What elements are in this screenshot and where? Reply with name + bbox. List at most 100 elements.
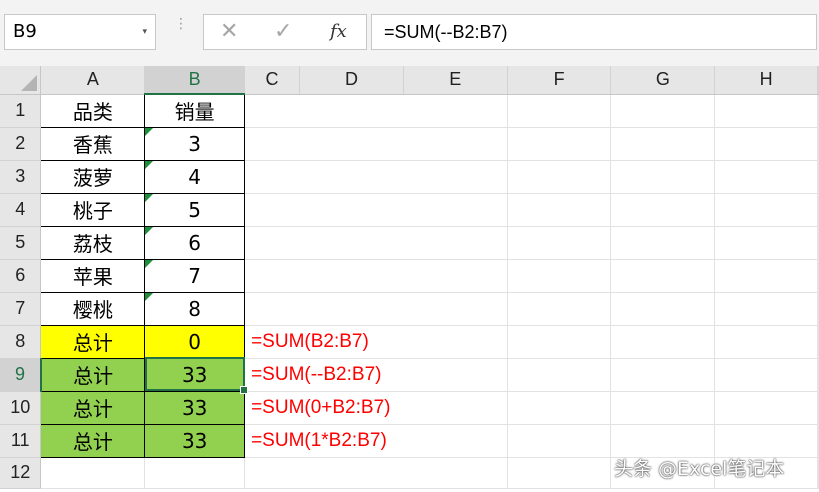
- row-header[interactable]: 9: [0, 358, 42, 392]
- cell-g[interactable]: [610, 292, 716, 326]
- cell-h[interactable]: [714, 325, 818, 359]
- column-header-g[interactable]: G: [610, 66, 716, 95]
- cell-h[interactable]: [714, 424, 818, 458]
- cell-g[interactable]: [610, 424, 716, 458]
- cell-extra[interactable]: [817, 457, 819, 489]
- row-header[interactable]: 3: [0, 160, 42, 194]
- column-header-a[interactable]: A: [40, 66, 146, 95]
- cell-c-formula-note[interactable]: [244, 292, 508, 326]
- cell-c-formula-note[interactable]: [244, 94, 508, 128]
- cell-b[interactable]: 0: [144, 324, 246, 359]
- cell-f[interactable]: [507, 292, 612, 326]
- cell-extra[interactable]: [817, 127, 819, 161]
- cell-a[interactable]: 桃子: [40, 192, 146, 227]
- cell-h[interactable]: [714, 358, 818, 392]
- cell-c-formula-note[interactable]: =SUM(B2:B7): [244, 325, 508, 359]
- cell-extra[interactable]: [817, 160, 819, 194]
- cell-a[interactable]: [40, 457, 146, 489]
- cancel-icon[interactable]: ✕: [220, 15, 238, 49]
- cell-f[interactable]: [507, 325, 612, 359]
- cell-extra[interactable]: [817, 325, 819, 359]
- cell-c-formula-note[interactable]: [244, 259, 508, 293]
- cell-extra[interactable]: [817, 358, 819, 392]
- cell-c-formula-note[interactable]: [244, 160, 508, 194]
- cell-c-formula-note[interactable]: [244, 193, 508, 227]
- cell-b[interactable]: 4: [144, 159, 246, 194]
- cell-b[interactable]: 3: [144, 126, 246, 161]
- cell-b[interactable]: 7: [144, 258, 246, 293]
- cell-h[interactable]: [714, 160, 818, 194]
- cell-f[interactable]: [507, 226, 612, 260]
- cell-b[interactable]: [144, 457, 246, 489]
- formula-input[interactable]: =SUM(--B2:B7): [371, 14, 817, 50]
- cell-extra[interactable]: [817, 391, 819, 425]
- cell-b[interactable]: 6: [144, 225, 246, 260]
- cell-a[interactable]: 樱桃: [40, 291, 146, 326]
- cell-f[interactable]: [507, 193, 612, 227]
- row-header[interactable]: 8: [0, 325, 42, 359]
- cell-f[interactable]: [507, 424, 612, 458]
- row-header[interactable]: 7: [0, 292, 42, 326]
- insert-function-icon[interactable]: fx: [330, 15, 347, 49]
- cell-a[interactable]: 香蕉: [40, 126, 146, 161]
- cell-f[interactable]: [507, 391, 612, 425]
- cell-c-formula-note[interactable]: =SUM(1*B2:B7): [244, 424, 508, 458]
- name-box[interactable]: B9 ▾: [4, 14, 156, 50]
- cell-g[interactable]: [610, 226, 716, 260]
- cell-b[interactable]: 5: [144, 192, 246, 227]
- row-header[interactable]: 4: [0, 193, 42, 227]
- column-header-e[interactable]: E: [403, 66, 508, 95]
- cell-h[interactable]: [714, 259, 818, 293]
- row-header[interactable]: 1: [0, 94, 42, 128]
- cell-h[interactable]: [714, 94, 818, 128]
- cell-extra[interactable]: [817, 226, 819, 260]
- check-icon[interactable]: ✓: [274, 15, 292, 49]
- cell-extra[interactable]: [817, 292, 819, 326]
- cell-a[interactable]: 总计: [40, 357, 146, 392]
- cell-g[interactable]: [610, 259, 716, 293]
- cell-h[interactable]: [714, 193, 818, 227]
- row-header[interactable]: 6: [0, 259, 42, 293]
- cell-g[interactable]: [610, 325, 716, 359]
- cell-extra[interactable]: [817, 193, 819, 227]
- row-header[interactable]: 10: [0, 391, 42, 425]
- cell-f[interactable]: [507, 94, 612, 128]
- cell-c-formula-note[interactable]: =SUM(--B2:B7): [244, 358, 508, 392]
- cell-g[interactable]: [610, 193, 716, 227]
- cell-f[interactable]: [507, 457, 612, 489]
- cell-a[interactable]: 荔枝: [40, 225, 146, 260]
- cell-a[interactable]: 总计: [40, 423, 146, 458]
- cell-h[interactable]: [714, 391, 818, 425]
- column-header-b[interactable]: B: [144, 66, 246, 95]
- row-header[interactable]: 12: [0, 457, 42, 489]
- cell-f[interactable]: [507, 358, 612, 392]
- cell-a[interactable]: 总计: [40, 324, 146, 359]
- cell-b[interactable]: 销量: [144, 93, 246, 128]
- column-header-d[interactable]: D: [299, 66, 404, 95]
- cell-b[interactable]: 33: [144, 423, 246, 458]
- column-header-c[interactable]: C: [244, 66, 301, 95]
- cell-extra[interactable]: [817, 94, 819, 128]
- cell-f[interactable]: [507, 160, 612, 194]
- cell-extra[interactable]: [817, 259, 819, 293]
- cell-c-formula-note[interactable]: [244, 127, 508, 161]
- cell-b[interactable]: 8: [144, 291, 246, 326]
- cell-a[interactable]: 苹果: [40, 258, 146, 293]
- cell-c-formula-note[interactable]: [244, 226, 508, 260]
- cell-extra[interactable]: [817, 424, 819, 458]
- cell-a[interactable]: 品类: [40, 93, 146, 128]
- row-header[interactable]: 5: [0, 226, 42, 260]
- cell-g[interactable]: [610, 127, 716, 161]
- cell-h[interactable]: [714, 127, 818, 161]
- cell-g[interactable]: [610, 358, 716, 392]
- row-header[interactable]: 2: [0, 127, 42, 161]
- cell-c-formula-note[interactable]: [244, 457, 508, 489]
- cell-h[interactable]: [714, 226, 818, 260]
- cell-b[interactable]: 33: [144, 357, 246, 392]
- cell-a[interactable]: 菠萝: [40, 159, 146, 194]
- chevron-down-icon[interactable]: ▾: [142, 15, 147, 49]
- select-all-corner[interactable]: [0, 66, 42, 95]
- cell-g[interactable]: [610, 94, 716, 128]
- row-header[interactable]: 11: [0, 424, 42, 458]
- cell-a[interactable]: 总计: [40, 390, 146, 425]
